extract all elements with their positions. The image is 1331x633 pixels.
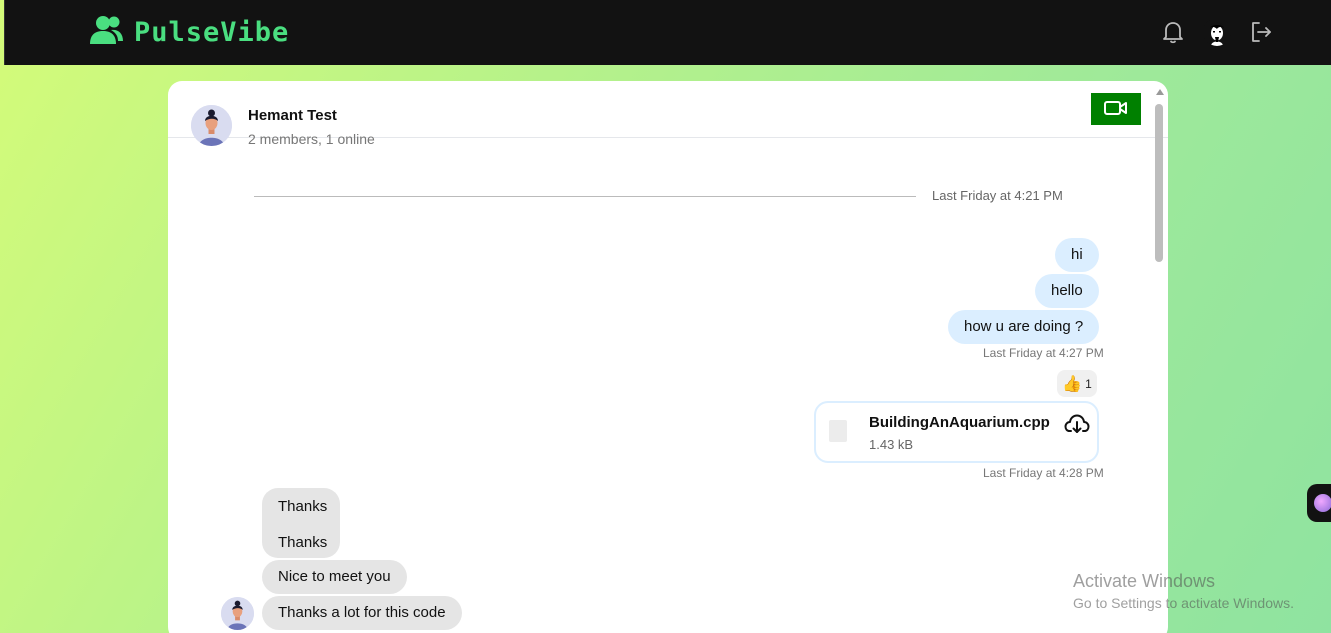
reaction-badge[interactable]: 👍 1	[1057, 370, 1097, 397]
reaction-count: 1	[1085, 376, 1092, 391]
users-icon	[89, 14, 125, 51]
incoming-message-group[interactable]: Thanks Thanks	[262, 488, 340, 558]
outgoing-message[interactable]: hello	[1035, 274, 1099, 308]
channel-name: Hemant Test	[248, 107, 337, 124]
scroll-thumb[interactable]	[1155, 104, 1163, 262]
channel-avatar[interactable]	[191, 105, 232, 146]
windows-activation-watermark: Activate Windows Go to Settings to activ…	[1073, 571, 1294, 611]
top-actions	[1161, 18, 1273, 46]
watermark-subtitle: Go to Settings to activate Windows.	[1073, 595, 1294, 611]
user-avatar[interactable]	[1203, 18, 1231, 46]
watermark-title: Activate Windows	[1073, 571, 1216, 591]
sender-avatar[interactable]	[221, 597, 254, 630]
incoming-message: Thanks	[278, 498, 328, 515]
incoming-message: Thanks	[278, 534, 328, 551]
file-name: BuildingAnAquarium.cpp	[869, 414, 1050, 431]
side-widget[interactable]	[1307, 484, 1331, 522]
incoming-message[interactable]: Nice to meet you	[262, 560, 407, 594]
bell-icon[interactable]	[1161, 20, 1185, 44]
date-divider-line	[254, 196, 916, 197]
brand[interactable]: PulseVibe	[89, 14, 289, 51]
channel-status: 2 members, 1 online	[248, 131, 375, 147]
file-size: 1.43 kB	[869, 437, 914, 452]
message-timestamp: Last Friday at 4:27 PM	[983, 346, 1104, 360]
outgoing-message[interactable]: hi	[1055, 238, 1099, 272]
file-timestamp: Last Friday at 4:28 PM	[983, 466, 1104, 480]
date-divider: Last Friday at 4:21 PM	[932, 188, 1063, 203]
brand-name: PulseVibe	[134, 17, 290, 48]
thumbs-up-icon: 👍	[1062, 375, 1083, 393]
assistant-orb-icon	[1314, 494, 1331, 512]
video-call-button[interactable]	[1091, 93, 1141, 125]
top-navbar: PulseVibe	[4, 0, 1331, 65]
incoming-message[interactable]: Thanks a lot for this code	[262, 596, 462, 630]
cloud-download-icon[interactable]	[1064, 413, 1090, 435]
video-camera-icon	[1103, 99, 1129, 120]
file-attachment[interactable]: BuildingAnAquarium.cpp 1.43 kB	[814, 401, 1099, 463]
logout-icon[interactable]	[1249, 20, 1273, 44]
chat-window: Hemant Test 2 members, 1 online Last Fri…	[168, 81, 1168, 633]
outgoing-message[interactable]: how u are doing ?	[948, 310, 1100, 344]
file-icon	[829, 420, 847, 442]
chat-scrollbar[interactable]	[1154, 87, 1164, 633]
scroll-up-arrow[interactable]	[1156, 89, 1164, 95]
